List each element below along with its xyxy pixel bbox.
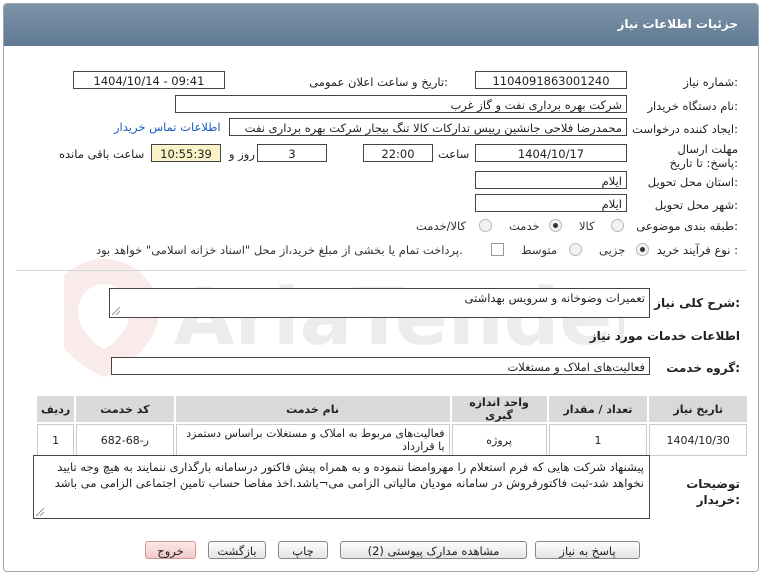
city-label: شهر محل تحویل: — [654, 198, 738, 212]
need-number-label: شماره نیاز: — [683, 75, 738, 89]
col-unit: واحد اندازه گیری — [451, 396, 547, 422]
page-title: جزئیات اطلاعات نیاز — [617, 17, 738, 31]
buyer-org-label: نام دستگاه خریدار: — [647, 99, 738, 113]
watermark-text: AriaTender.neT — [174, 273, 624, 363]
deadline-label: مهلت ارسال پاسخ: تا تاریخ: — [669, 142, 738, 170]
days-field: 3 — [257, 144, 327, 162]
buyer-notes-label: توضیحات خریدار: — [686, 477, 740, 507]
cell-unit: پروژه — [451, 424, 547, 456]
cell-name: فعالیت‌های مربوط به املاک و مستغلات براس… — [175, 424, 450, 456]
cell-row: 1 — [37, 424, 75, 456]
col-code: کد خدمت — [76, 396, 174, 422]
payment-text: پرداخت تمام یا بخشی از مبلغ خرید،از محل … — [96, 243, 463, 257]
process-radio-medium[interactable] — [569, 243, 582, 256]
deadline-time-field: 22:00 — [363, 144, 433, 162]
process-radio-minor[interactable] — [636, 243, 649, 256]
category-radio-goods[interactable] — [611, 219, 624, 232]
treasury-checkbox[interactable] — [491, 243, 504, 256]
col-date: تاریخ نیاز — [649, 396, 747, 422]
category-option-goods: کالا — [579, 219, 595, 233]
category-option-service: خدمت — [509, 219, 540, 233]
description-field[interactable]: تعمیرات وضوخانه و سرویس بهداشتی — [109, 288, 650, 318]
col-name: نام خدمت — [175, 396, 450, 422]
exit-button[interactable]: خروج — [145, 541, 196, 559]
services-table: ردیف کد خدمت نام خدمت واحد اندازه گیری ت… — [35, 394, 749, 458]
back-button[interactable]: بازگشت — [208, 541, 266, 559]
category-label: طبقه بندی موضوعی: — [636, 219, 738, 233]
respond-button[interactable]: پاسخ به نیاز — [535, 541, 640, 559]
cell-date: 1404/10/30 — [649, 424, 747, 456]
category-option-goods-service: کالا/خدمت — [416, 219, 467, 233]
title-bar: جزئیات اطلاعات نیاز — [4, 4, 758, 46]
category-radio-goods-service[interactable] — [479, 219, 492, 232]
province-field: ایلام — [475, 171, 627, 189]
buyer-notes-value: پیشنهاد شرکت هایی که فرم استعلام را مهرو… — [54, 460, 644, 490]
category-radio-service[interactable] — [549, 219, 562, 232]
remaining-label: ساعت باقی مانده — [59, 147, 145, 161]
process-option-medium: متوسط — [521, 243, 558, 257]
cell-code: ر-68-682 — [76, 424, 174, 456]
description-label: شرح کلی نیاز: — [654, 296, 740, 310]
description-value: تعمیرات وضوخانه و سرویس بهداشتی — [464, 291, 645, 305]
col-quantity: تعداد / مقدار — [548, 396, 648, 422]
col-row: ردیف — [37, 396, 75, 422]
resize-grip[interactable] — [112, 307, 120, 315]
divider — [16, 270, 746, 271]
table-row: 1 ر-68-682 فعالیت‌های مربوط به املاک و م… — [37, 424, 747, 456]
process-label: نوع فرآیند خرید : — [656, 243, 738, 257]
service-group-field: فعالیت‌های املاک و مستغلات — [111, 357, 650, 375]
cell-quantity: 1 — [548, 424, 648, 456]
province-label: استان محل تحویل: — [647, 175, 738, 189]
deadline-date-field: 1404/10/17 — [475, 144, 627, 162]
remaining-time-field: 10:55:39 — [151, 144, 221, 162]
table-header-row: ردیف کد خدمت نام خدمت واحد اندازه گیری ت… — [37, 396, 747, 422]
need-number-field: 1104091863001240 — [475, 71, 627, 89]
creator-field: محمدرضا فلاحی جانشین رییس تدارکات کالا ت… — [229, 118, 627, 136]
buyer-contact-link[interactable]: اطلاعات تماس خریدار — [114, 120, 221, 134]
service-group-label: گروه خدمت: — [666, 361, 740, 375]
city-field: ایلام — [475, 194, 627, 212]
buyer-org-field: شرکت بهره برداری نفت و گاز غرب — [175, 95, 627, 113]
creator-label: ایجاد کننده درخواست: — [632, 122, 738, 136]
announce-label: تاریخ و ساعت اعلان عمومی: — [309, 75, 448, 89]
print-button[interactable]: چاپ — [278, 541, 328, 559]
time-label: ساعت — [438, 147, 470, 161]
process-option-minor: جزیی — [599, 243, 626, 257]
announce-field: 1404/10/14 - 09:41 — [73, 71, 225, 89]
buyer-notes-field[interactable]: پیشنهاد شرکت هایی که فرم استعلام را مهرو… — [33, 455, 650, 519]
details-window: AriaTender.neT جزئیات اطلاعات نیاز شماره… — [3, 3, 759, 572]
services-section-title: اطلاعات خدمات مورد نیاز — [589, 329, 740, 343]
attachments-button[interactable]: مشاهده مدارک پیوستی (2) — [340, 541, 527, 559]
days-label: روز و — [229, 147, 255, 161]
resize-grip[interactable] — [36, 508, 44, 516]
